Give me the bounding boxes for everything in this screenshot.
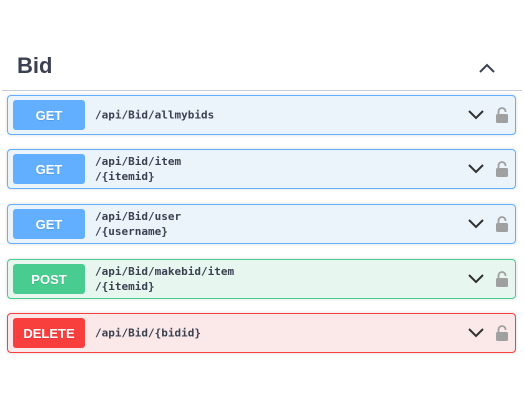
method-badge: GET bbox=[13, 100, 85, 130]
operation-get-allmybids[interactable]: GET /api/Bid/allmybids bbox=[7, 95, 516, 135]
collapse-section-button[interactable] bbox=[473, 54, 501, 82]
endpoint-path: /api/Bid/allmybids bbox=[95, 108, 215, 122]
lock-icon[interactable] bbox=[495, 215, 509, 233]
chevron-down-icon[interactable] bbox=[467, 326, 485, 340]
method-badge: DELETE bbox=[13, 318, 85, 348]
operation-get-user[interactable]: GET /api/Bid/user /{username} bbox=[7, 204, 516, 244]
lock-icon[interactable] bbox=[495, 270, 509, 288]
endpoint-path: /api/Bid/makebid/item /{itemid} bbox=[95, 265, 235, 293]
endpoint-path: /api/Bid/{bidid} bbox=[95, 326, 201, 340]
method-badge: POST bbox=[13, 264, 85, 294]
bid-section: Bid bbox=[2, 46, 522, 358]
lock-icon[interactable] bbox=[495, 160, 509, 178]
endpoint-path: /api/Bid/user /{username} bbox=[95, 210, 182, 238]
section-title: Bid bbox=[17, 53, 53, 78]
method-badge: GET bbox=[13, 209, 85, 239]
chevron-down-icon[interactable] bbox=[467, 217, 485, 231]
section-header[interactable]: Bid bbox=[2, 46, 522, 91]
operation-post-makebid[interactable]: POST /api/Bid/makebid/item /{itemid} bbox=[7, 259, 516, 299]
operation-delete-bid[interactable]: DELETE /api/Bid/{bidid} bbox=[7, 313, 516, 353]
chevron-down-icon[interactable] bbox=[467, 272, 485, 286]
method-badge: GET bbox=[13, 154, 85, 184]
chevron-down-icon[interactable] bbox=[467, 162, 485, 176]
lock-icon[interactable] bbox=[495, 324, 509, 342]
chevron-up-icon bbox=[479, 63, 495, 73]
chevron-down-icon[interactable] bbox=[467, 108, 485, 122]
operation-get-item[interactable]: GET /api/Bid/item /{itemid} bbox=[7, 149, 516, 189]
lock-icon[interactable] bbox=[495, 106, 509, 124]
endpoint-path: /api/Bid/item /{itemid} bbox=[95, 155, 182, 183]
